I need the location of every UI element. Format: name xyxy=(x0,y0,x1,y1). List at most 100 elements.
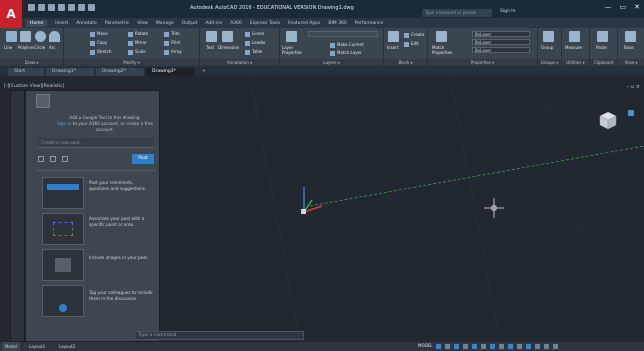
attach-area-icon[interactable] xyxy=(38,156,44,162)
close-button[interactable]: ✕ xyxy=(634,3,640,11)
clipboard-panel-title[interactable]: Clipboard xyxy=(590,59,617,66)
snap-toggle-icon[interactable] xyxy=(445,344,450,349)
color-dropdown[interactable]: ByLayer xyxy=(472,31,530,37)
tab-output[interactable]: Output xyxy=(182,21,198,26)
model-space-indicator[interactable]: MODEL xyxy=(418,343,432,348)
viewcube[interactable] xyxy=(596,108,620,132)
new-icon[interactable] xyxy=(28,4,35,11)
measure-button[interactable]: Measure xyxy=(565,45,582,50)
tab-drawing1[interactable]: Drawing1* xyxy=(46,68,94,76)
tab-a360[interactable]: A360 xyxy=(230,21,242,26)
hardware-acceleration-icon[interactable] xyxy=(535,344,540,349)
isolate-objects-icon[interactable] xyxy=(526,344,531,349)
create-block-button[interactable]: Create xyxy=(404,32,424,38)
view-panel-title[interactable]: View ▾ xyxy=(618,59,644,66)
ortho-toggle-icon[interactable] xyxy=(454,344,459,349)
save-icon[interactable] xyxy=(48,4,55,11)
layout-tab-layout1[interactable]: Layout1 xyxy=(26,342,49,351)
lineweight-dropdown[interactable]: ByLayer xyxy=(472,39,530,45)
osnap-toggle-icon[interactable] xyxy=(472,344,477,349)
save-as-icon[interactable] xyxy=(58,4,65,11)
groups-panel-title[interactable]: Groups ▾ xyxy=(538,59,561,66)
leader-button[interactable]: Leader xyxy=(245,40,266,46)
print-icon[interactable] xyxy=(68,4,75,11)
circle-button[interactable]: Circle xyxy=(34,45,45,50)
tab-performance[interactable]: Performance xyxy=(355,21,384,26)
otrack-toggle-icon[interactable] xyxy=(481,344,486,349)
base-button[interactable]: Base xyxy=(624,45,634,50)
customization-menu-icon[interactable] xyxy=(553,344,558,349)
layer-dropdown[interactable] xyxy=(308,31,378,37)
mirror-button[interactable]: Mirror xyxy=(128,40,147,46)
search-input[interactable]: Type a keyword or phrase xyxy=(422,9,492,17)
sign-in-button[interactable]: Sign In xyxy=(500,9,515,14)
modify-panel-title[interactable]: Modify ▾ xyxy=(64,59,199,66)
application-menu-button[interactable]: A xyxy=(0,0,22,28)
tab-drawing3[interactable]: Drawing3* xyxy=(146,68,194,76)
open-icon[interactable] xyxy=(38,4,45,11)
trim-button[interactable]: Trim xyxy=(164,31,180,37)
palette-title-strip[interactable] xyxy=(10,90,25,342)
edit-block-button[interactable]: Edit xyxy=(404,41,419,47)
copy-button[interactable]: Copy xyxy=(90,40,107,46)
tab-annotate[interactable]: Annotate xyxy=(76,21,97,26)
polyline-button[interactable]: Polyline xyxy=(18,45,33,50)
paste-button[interactable]: Paste xyxy=(596,45,607,50)
line-button[interactable]: Line xyxy=(4,45,12,50)
sign-in-link[interactable]: Sign in xyxy=(57,121,71,126)
block-panel-title[interactable]: Block ▾ xyxy=(384,59,427,66)
minimize-button[interactable]: — xyxy=(605,3,612,11)
text-button[interactable]: Text xyxy=(206,45,214,50)
grid-toggle-icon[interactable] xyxy=(436,344,441,349)
viewport-controls[interactable]: – ▫ × xyxy=(627,84,640,90)
match-properties-button[interactable]: Match Properties xyxy=(432,45,456,55)
group-button[interactable]: Group xyxy=(541,45,553,50)
workspace-gear-icon[interactable] xyxy=(517,344,522,349)
arc-button[interactable]: Arc xyxy=(49,45,56,50)
tab-manage[interactable]: Manage xyxy=(156,21,174,26)
annotation-scale-icon[interactable] xyxy=(508,344,513,349)
tab-view[interactable]: View xyxy=(137,21,148,26)
home-view-icon[interactable] xyxy=(628,110,634,116)
layers-panel-title[interactable]: Layers ▾ xyxy=(280,59,383,66)
tab-home[interactable]: Home xyxy=(26,19,48,27)
pin-icon[interactable] xyxy=(50,156,56,162)
tab-express-tools[interactable]: Express Tools xyxy=(250,21,280,26)
tab-bim-360[interactable]: BIM 360 xyxy=(328,21,346,26)
tab-start[interactable]: Start xyxy=(8,68,44,76)
layer-properties-button[interactable]: Layer Properties xyxy=(282,45,306,55)
table-button[interactable]: Table xyxy=(245,49,262,55)
move-button[interactable]: Move xyxy=(90,31,108,37)
array-button[interactable]: Array xyxy=(164,49,182,55)
draw-panel-title[interactable]: Draw ▾ xyxy=(0,59,63,66)
viewport-label[interactable]: [-][Custom View][Realistic] xyxy=(4,84,64,89)
tab-featured-apps[interactable]: Featured Apps xyxy=(288,21,320,26)
tab-insert[interactable]: Insert xyxy=(55,21,68,26)
transparency-toggle-icon[interactable] xyxy=(499,344,504,349)
polar-toggle-icon[interactable] xyxy=(463,344,468,349)
dimension-button[interactable]: Dimension xyxy=(218,45,239,50)
annotation-panel-title[interactable]: Annotation ▾ xyxy=(200,59,279,66)
tab-parametric[interactable]: Parametric xyxy=(105,21,129,26)
tab-drawing2[interactable]: Drawing2* xyxy=(96,68,144,76)
fillet-button[interactable]: Fillet xyxy=(164,40,180,46)
new-tab-button[interactable]: + xyxy=(196,68,210,76)
tab-add-ins[interactable]: Add-ins xyxy=(205,21,222,26)
stretch-button[interactable]: Stretch xyxy=(90,49,111,55)
post-button[interactable]: Post xyxy=(132,154,154,164)
scale-button[interactable]: Scale xyxy=(128,49,146,55)
new-post-input[interactable]: Create a new post... xyxy=(38,138,154,148)
linetype-dropdown[interactable]: ByLayer xyxy=(472,47,530,53)
maximize-button[interactable]: ▭ xyxy=(620,3,627,11)
lineweight-toggle-icon[interactable] xyxy=(490,344,495,349)
rotate-button[interactable]: Rotate xyxy=(128,31,148,37)
make-current-button[interactable]: Make Current xyxy=(330,42,364,48)
layout-tab-layout2[interactable]: Layout2 xyxy=(56,342,79,351)
properties-panel-title[interactable]: Properties ▾ xyxy=(428,59,537,66)
layout-tab-model[interactable]: Model xyxy=(2,342,21,351)
redo-icon[interactable] xyxy=(88,4,95,11)
command-line-input[interactable]: Type a command xyxy=(134,331,304,340)
insert-button[interactable]: Insert xyxy=(387,45,398,50)
clean-screen-icon[interactable] xyxy=(544,344,549,349)
linear-button[interactable]: Linear xyxy=(245,31,264,37)
